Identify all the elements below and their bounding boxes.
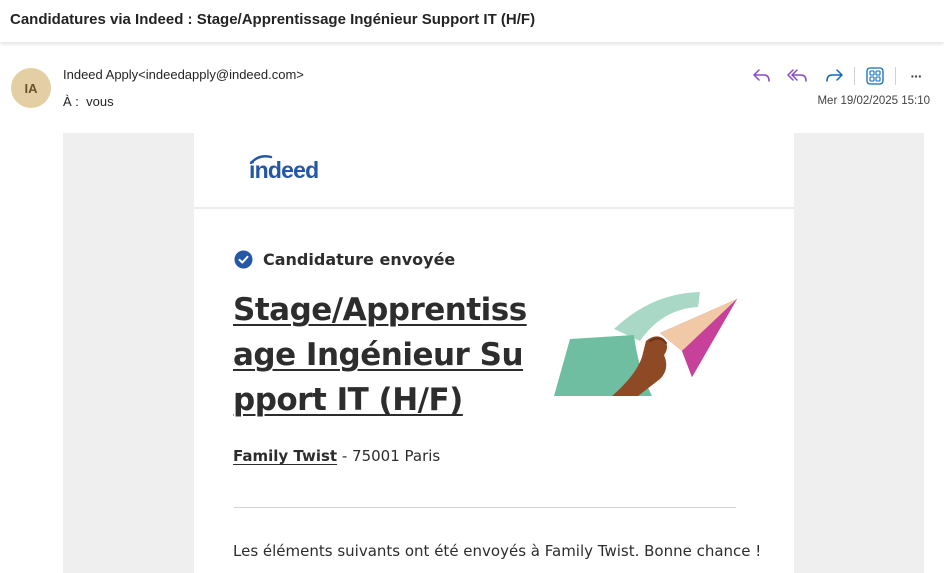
apps-button[interactable] [857, 65, 893, 87]
email-card: indeed Candidature envoyée Stage/Apprent… [194, 133, 794, 573]
action-divider [854, 67, 855, 85]
reply-all-icon [787, 69, 807, 82]
body-paragraph: Les éléments suivants ont été envoyés à … [233, 542, 762, 560]
company-location: Family Twist - 75001 Paris [233, 447, 440, 465]
recipient[interactable]: vous [86, 94, 113, 109]
status-text: Candidature envoyée [263, 250, 456, 269]
email-body: indeed Candidature envoyée Stage/Apprent… [63, 133, 924, 573]
to-label: À : [63, 94, 79, 109]
content-divider [234, 507, 736, 508]
avatar[interactable]: IA [11, 68, 51, 108]
message-header: IA Indeed Apply<indeedapply@indeed.com> … [0, 43, 944, 131]
reply-all-button[interactable] [780, 65, 816, 87]
location-text: 75001 Paris [352, 447, 441, 465]
paper-plane-illustration [552, 289, 742, 404]
forward-icon [826, 69, 843, 82]
email-subject: Candidatures via Indeed : Stage/Apprenti… [0, 0, 944, 42]
apps-icon [866, 67, 884, 85]
company-link[interactable]: Family Twist [233, 447, 337, 465]
check-circle-icon [234, 250, 253, 269]
more-actions-button[interactable]: ··· [898, 65, 934, 87]
message-actions: ··· [744, 65, 934, 87]
application-status: Candidature envoyée [234, 250, 455, 269]
action-divider [895, 67, 896, 85]
forward-button[interactable] [816, 65, 852, 87]
more-icon: ··· [910, 68, 923, 84]
job-title-link[interactable]: Stage/Apprentissage Ingénieur Support IT… [233, 288, 533, 423]
reply-icon [753, 69, 770, 82]
logo-row: indeed [194, 133, 794, 209]
message-date: Mer 19/02/2025 15:10 [817, 95, 930, 107]
recipient-line: À : vous [63, 94, 114, 109]
indeed-logo[interactable]: indeed [249, 153, 339, 188]
indeed-logo-text: indeed [249, 157, 318, 183]
reply-button[interactable] [744, 65, 780, 87]
location-separator: - [337, 447, 353, 465]
indeed-logo-icon: indeed [249, 155, 319, 183]
sender-name[interactable]: Indeed Apply<indeedapply@indeed.com> [63, 67, 304, 82]
